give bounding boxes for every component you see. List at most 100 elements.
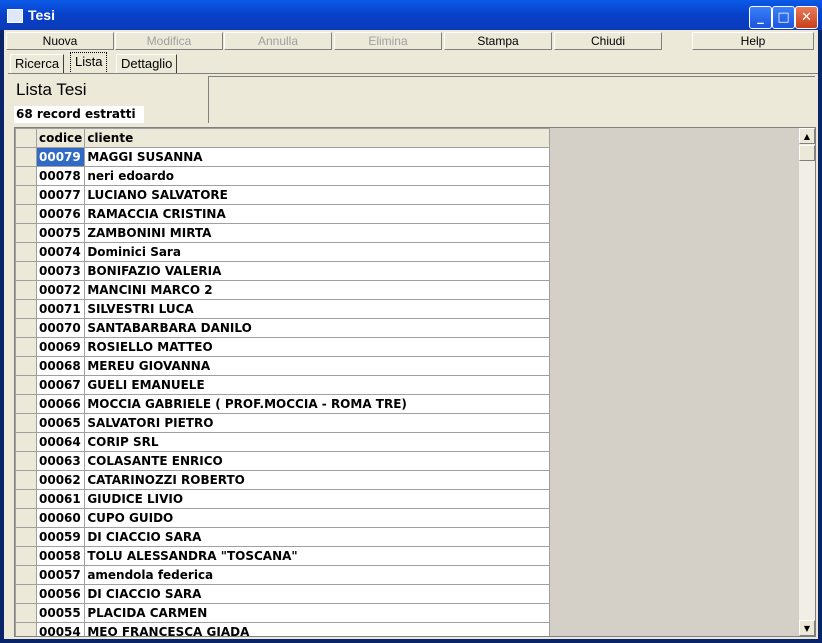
row-selector[interactable]	[15, 451, 37, 471]
table-row[interactable]: 00065 SALVATORI PIETRO	[15, 413, 551, 433]
cell-cliente[interactable]: BONIFAZIO VALERIA	[84, 261, 551, 281]
row-selector[interactable]	[15, 603, 37, 623]
cell-cliente[interactable]: GIUDICE LIVIO	[84, 489, 551, 509]
cell-cliente[interactable]: MEO FRANCESCA GIADA	[84, 622, 551, 636]
table-row[interactable]: 00058 TOLU ALESSANDRA "TOSCANA"	[15, 546, 551, 566]
cell-codice[interactable]: 00078	[35, 166, 86, 186]
row-selector[interactable]	[15, 242, 37, 262]
cell-codice[interactable]: 00071	[35, 299, 86, 319]
row-selector[interactable]	[15, 527, 37, 547]
help-button[interactable]: Help	[692, 32, 814, 50]
cell-cliente[interactable]: LUCIANO SALVATORE	[84, 185, 551, 205]
cell-codice[interactable]: 00069	[35, 337, 86, 357]
cell-cliente[interactable]: PLACIDA CARMEN	[84, 603, 551, 623]
row-selector[interactable]	[15, 565, 37, 585]
cell-cliente[interactable]: neri edoardo	[84, 166, 551, 186]
cell-cliente[interactable]: CORIP SRL	[84, 432, 551, 452]
cell-cliente[interactable]: DI CIACCIO SARA	[84, 584, 551, 604]
row-selector[interactable]	[15, 185, 37, 205]
row-selector[interactable]	[15, 261, 37, 281]
row-selector[interactable]	[15, 584, 37, 604]
tab-dettaglio[interactable]: Dettaglio	[116, 54, 178, 73]
stampa-button[interactable]: Stampa	[444, 32, 552, 50]
chiudi-button[interactable]: Chiudi	[554, 32, 662, 50]
scroll-down-icon[interactable]: ▼	[799, 620, 815, 636]
row-selector[interactable]	[15, 413, 37, 433]
table-row[interactable]: 00075 ZAMBONINI MIRTA	[15, 223, 551, 243]
cell-codice[interactable]: 00058	[35, 546, 86, 566]
table-row[interactable]: 00064 CORIP SRL	[15, 432, 551, 452]
table-row[interactable]: 00078 neri edoardo	[15, 166, 551, 186]
close-button[interactable]: ✕	[795, 6, 818, 29]
cell-cliente[interactable]: CATARINOZZI ROBERTO	[84, 470, 551, 490]
cell-codice[interactable]: 00060	[35, 508, 86, 528]
row-selector[interactable]	[15, 432, 37, 452]
cell-cliente[interactable]: MEREU GIOVANNA	[84, 356, 551, 376]
cell-cliente[interactable]: CUPO GUIDO	[84, 508, 551, 528]
cell-codice[interactable]: 00077	[35, 185, 86, 205]
scroll-thumb[interactable]	[799, 145, 815, 161]
row-selector[interactable]	[15, 147, 37, 167]
modifica-button[interactable]: Modifica	[115, 32, 223, 50]
row-selector[interactable]	[15, 622, 37, 636]
cell-cliente[interactable]: RAMACCIA CRISTINA	[84, 204, 551, 224]
nuova-button[interactable]: Nuova	[6, 32, 114, 50]
cell-cliente[interactable]: amendola federica	[84, 565, 551, 585]
cell-codice[interactable]: 00070	[35, 318, 86, 338]
cell-cliente[interactable]: COLASANTE ENRICO	[84, 451, 551, 471]
cell-cliente[interactable]: MAGGI SUSANNA	[84, 147, 551, 167]
cell-codice[interactable]: 00074	[35, 242, 86, 262]
cell-cliente[interactable]: MOCCIA GABRIELE ( PROF.MOCCIA - ROMA TRE…	[84, 394, 551, 414]
table-row[interactable]: 00055 PLACIDA CARMEN	[15, 603, 551, 623]
cell-codice[interactable]: 00075	[35, 223, 86, 243]
records-grid[interactable]: codice cliente 00079 MAGGI SUSANNA 00078 ne…	[14, 127, 816, 637]
cell-codice[interactable]: 00076	[35, 204, 86, 224]
minimize-button[interactable]: _	[749, 6, 772, 29]
cell-codice[interactable]: 00059	[35, 527, 86, 547]
table-row[interactable]: 00067 GUELI EMANUELE	[15, 375, 551, 395]
table-row[interactable]: 00071 SILVESTRI LUCA	[15, 299, 551, 319]
cell-codice[interactable]: 00056	[35, 584, 86, 604]
vertical-scrollbar[interactable]: ▲ ▼	[799, 128, 815, 636]
column-header-codice[interactable]: codice	[35, 128, 86, 148]
cell-codice[interactable]: 00064	[35, 432, 86, 452]
row-selector[interactable]	[15, 280, 37, 300]
cell-codice[interactable]: 00063	[35, 451, 86, 471]
cell-codice[interactable]: 00066	[35, 394, 86, 414]
cell-codice[interactable]: 00062	[35, 470, 86, 490]
cell-cliente[interactable]: SANTABARBARA DANILO	[84, 318, 551, 338]
cell-cliente[interactable]: MANCINI MARCO 2	[84, 280, 551, 300]
cell-codice[interactable]: 00079	[35, 147, 86, 167]
row-selector[interactable]	[15, 546, 37, 566]
table-row[interactable]: 00062 CATARINOZZI ROBERTO	[15, 470, 551, 490]
cell-codice[interactable]: 00061	[35, 489, 86, 509]
table-row[interactable]: 00061 GIUDICE LIVIO	[15, 489, 551, 509]
table-row[interactable]: 00063 COLASANTE ENRICO	[15, 451, 551, 471]
cell-cliente[interactable]: TOLU ALESSANDRA "TOSCANA"	[84, 546, 551, 566]
cell-codice[interactable]: 00057	[35, 565, 86, 585]
table-row[interactable]: 00060 CUPO GUIDO	[15, 508, 551, 528]
row-selector[interactable]	[15, 223, 37, 243]
cell-codice[interactable]: 00055	[35, 603, 86, 623]
maximize-button[interactable]: □	[772, 6, 795, 29]
row-selector[interactable]	[15, 318, 37, 338]
row-selector[interactable]	[15, 204, 37, 224]
cell-codice[interactable]: 00073	[35, 261, 86, 281]
row-selector[interactable]	[15, 337, 37, 357]
row-selector[interactable]	[15, 508, 37, 528]
cell-cliente[interactable]: Dominici Sara	[84, 242, 551, 262]
table-row[interactable]: 00066 MOCCIA GABRIELE ( PROF.MOCCIA - ROM…	[15, 394, 551, 414]
annulla-button[interactable]: Annulla	[224, 32, 332, 50]
row-selector[interactable]	[15, 356, 37, 376]
row-selector[interactable]	[15, 299, 37, 319]
table-row[interactable]: 00068 MEREU GIOVANNA	[15, 356, 551, 376]
cell-cliente[interactable]: SILVESTRI LUCA	[84, 299, 551, 319]
cell-cliente[interactable]: GUELI EMANUELE	[84, 375, 551, 395]
cell-cliente[interactable]: SALVATORI PIETRO	[84, 413, 551, 433]
row-selector[interactable]	[15, 394, 37, 414]
column-header-cliente[interactable]: cliente	[84, 128, 551, 148]
row-selector[interactable]	[15, 166, 37, 186]
cell-cliente[interactable]: ROSIELLO MATTEO	[84, 337, 551, 357]
table-row[interactable]: 00079 MAGGI SUSANNA	[15, 147, 551, 167]
table-row[interactable]: 00076 RAMACCIA CRISTINA	[15, 204, 551, 224]
